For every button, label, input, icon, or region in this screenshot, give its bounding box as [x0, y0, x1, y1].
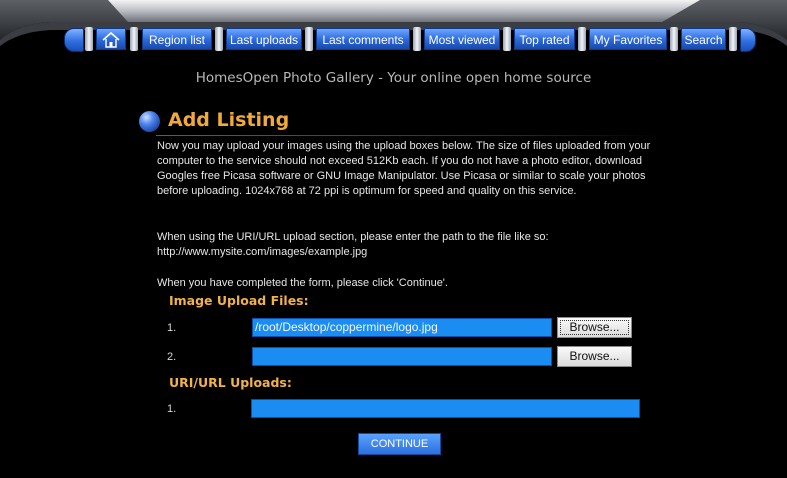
- nav-separator: [305, 27, 313, 51]
- nav-top-rated[interactable]: Top rated: [514, 28, 575, 50]
- page-title: Add Listing: [168, 109, 290, 131]
- file-input-1[interactable]: /root/Desktop/coppermine/logo.jpg: [252, 318, 552, 337]
- nav-last-uploads[interactable]: Last uploads: [226, 28, 302, 50]
- continue-button[interactable]: CONTINUE: [358, 433, 441, 455]
- nav-separator: [413, 27, 421, 51]
- nav-separator: [85, 27, 93, 51]
- nav-right-cap: [740, 28, 756, 52]
- nav-last-comments[interactable]: Last comments: [316, 28, 410, 50]
- title-divider: [156, 135, 658, 136]
- nav-region-list[interactable]: Region list: [142, 28, 212, 50]
- file-row-number: 2.: [167, 351, 177, 363]
- uri-row-number: 1.: [167, 403, 177, 415]
- nav-my-favorites[interactable]: My Favorites: [589, 28, 667, 50]
- nav-most-viewed[interactable]: Most viewed: [424, 28, 500, 50]
- browse-button-1[interactable]: Browse...: [557, 317, 632, 338]
- nav-separator: [503, 27, 511, 51]
- site-tagline: HomesOpen Photo Gallery - Your online op…: [195, 70, 592, 86]
- nav-separator: [729, 27, 737, 51]
- uri-upload-heading: URI/URL Uploads:: [169, 375, 292, 390]
- continue-note: When you have completed the form, please…: [157, 277, 448, 289]
- upload-instructions: Now you may upload your images using the…: [157, 140, 651, 197]
- nav-separator: [215, 27, 223, 51]
- nav-separator: [578, 27, 586, 51]
- browse-button-2[interactable]: Browse...: [557, 346, 632, 367]
- main-nav-bar: Region list Last uploads Last comments M…: [64, 26, 756, 52]
- file-input-2[interactable]: [252, 347, 552, 366]
- nav-left-cap: [64, 28, 84, 52]
- nav-separator: [130, 27, 138, 51]
- nav-search[interactable]: Search: [681, 28, 726, 50]
- nav-separator: [670, 27, 678, 51]
- heading-orb-icon: [139, 111, 160, 132]
- home-icon: [102, 32, 120, 48]
- uri-input-1[interactable]: [251, 399, 640, 418]
- home-button[interactable]: [96, 28, 126, 50]
- file-row-number: 1.: [167, 322, 177, 334]
- image-upload-heading: Image Upload Files:: [169, 293, 309, 308]
- uri-instructions: When using the URI/URL upload section, p…: [157, 231, 549, 258]
